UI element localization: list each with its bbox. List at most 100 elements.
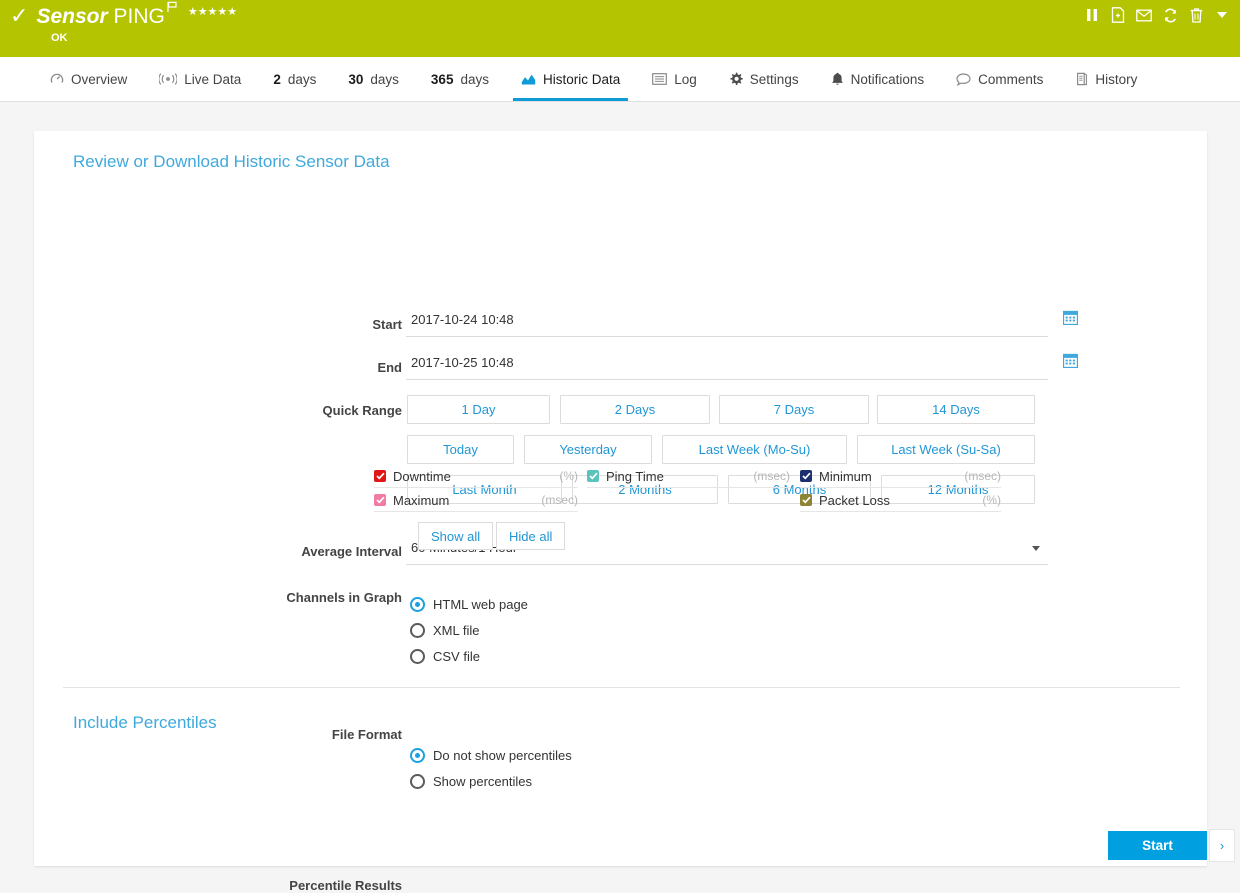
tab-notifications-label: Notifications — [850, 71, 925, 87]
flag-icon[interactable] — [167, 1, 178, 16]
tab-settings[interactable]: Settings — [713, 57, 815, 101]
channel-underline — [587, 487, 790, 488]
section-divider — [63, 687, 1180, 688]
tab-historic-data[interactable]: Historic Data — [505, 57, 636, 101]
file-format-option-radio-xml-file[interactable] — [410, 622, 425, 638]
quick-range-button-14-days[interactable]: 14 Days — [877, 395, 1035, 424]
channel-underline — [374, 487, 578, 488]
channel-unit-ping-time: (msec) — [753, 469, 790, 483]
mail-icon[interactable] — [1136, 6, 1152, 24]
tab-365-days-label: days — [460, 71, 489, 87]
start-calendar-icon[interactable] — [1062, 310, 1207, 328]
section-title-review: Review or Download Historic Sensor Data — [73, 152, 390, 171]
percentile-option-show-percentiles[interactable]: Show percentiles — [410, 771, 532, 791]
gauge-icon — [50, 72, 64, 86]
live-signal-icon — [159, 73, 178, 85]
quick-range-button-today[interactable]: Today — [407, 435, 514, 464]
section-title-percentiles: Include Percentiles — [73, 713, 217, 732]
average-interval-label: Average Interval — [301, 544, 402, 559]
historic-data-card: Review or Download Historic Sensor Data … — [34, 131, 1207, 893]
start-date-input[interactable]: 2017-10-24 10:48 — [406, 309, 1048, 337]
end-calendar-icon[interactable] — [1062, 353, 1207, 371]
history-icon — [1075, 72, 1088, 86]
quick-range-button-7-days[interactable]: 7 Days — [719, 395, 869, 424]
header-actions — [1084, 6, 1230, 24]
tab-settings-label: Settings — [749, 71, 799, 87]
file-format-option-html-web-page[interactable]: HTML web page — [410, 594, 528, 614]
hide-all-button[interactable]: Hide all — [496, 522, 566, 550]
bell-icon — [831, 72, 844, 86]
quick-range-label: Quick Range — [322, 403, 402, 418]
tab-live-data[interactable]: Live Data — [143, 57, 257, 101]
tab-30-days-number: 30 — [348, 71, 364, 87]
file-format-option-radio-csv-file[interactable] — [410, 648, 425, 664]
start-field-label: Start — [372, 317, 402, 332]
channel-underline — [374, 511, 578, 512]
tab-30-days[interactable]: 30 days — [332, 57, 415, 101]
quick-range-button-last-week-mo-su[interactable]: Last Week (Mo-Su) — [662, 435, 847, 464]
file-format-label: File Format — [331, 727, 402, 742]
channel-underline — [800, 511, 1001, 512]
tab-comments-label: Comments — [978, 71, 1044, 87]
quick-range-button-yesterday[interactable]: Yesterday — [524, 435, 652, 464]
percentile-option-radio-show-percentiles[interactable] — [410, 773, 425, 789]
channel-unit-maximum: (msec) — [541, 493, 578, 507]
percentile-results-label: Percentile Results — [289, 878, 402, 893]
sensor-header: ✓ Sensor PING ★★★★★ OK — [0, 0, 1240, 57]
channel-unit-downtime: (%) — [559, 469, 578, 483]
tab-2-days-number: 2 — [273, 71, 281, 87]
channel-underline — [800, 487, 1001, 488]
comment-icon — [956, 72, 971, 86]
refresh-icon[interactable] — [1162, 6, 1178, 24]
tab-2-days[interactable]: 2 days — [257, 57, 332, 101]
tab-overview-label: Overview — [71, 71, 128, 87]
sensor-type-label: Sensor — [36, 5, 108, 28]
tab-history[interactable]: History — [1059, 57, 1153, 101]
quick-range-button-last-week-su-sa[interactable]: Last Week (Su-Sa) — [857, 435, 1035, 464]
tab-log[interactable]: Log — [636, 57, 713, 101]
channels-in-graph-label: Channels in Graph — [286, 590, 402, 605]
quick-range-button-1-day[interactable]: 1 Day — [407, 395, 550, 424]
tab-365-days[interactable]: 365 days — [415, 57, 505, 101]
file-format-option-radio-html-web-page[interactable] — [410, 596, 425, 612]
tab-log-label: Log — [674, 71, 697, 87]
channel-unit-packet-loss: (%) — [982, 493, 1001, 507]
file-format-option-label-html-web-page: HTML web page — [433, 596, 528, 612]
sensor-tabbar: Overview Live Data 2 days 30 days 365 da… — [0, 57, 1240, 102]
tab-comments[interactable]: Comments — [940, 57, 1059, 101]
sensor-name-label: PING — [113, 5, 165, 28]
percentile-option-radio-do-not-show-percentiles[interactable] — [410, 747, 425, 763]
file-format-option-xml-file[interactable]: XML file — [410, 620, 479, 640]
sensor-identity: ✓ Sensor PING ★★★★★ — [10, 1, 237, 30]
tab-notifications[interactable]: Notifications — [815, 57, 941, 101]
chevron-down-icon[interactable] — [1214, 6, 1230, 24]
file-format-option-label-xml-file: XML file — [433, 622, 480, 638]
file-format-option-csv-file[interactable]: CSV file — [410, 646, 480, 666]
start-button[interactable]: Start — [1108, 831, 1207, 860]
end-date-input[interactable]: 2017-10-25 10:48 — [406, 352, 1048, 380]
percentile-option-do-not-show-percentiles[interactable]: Do not show percentiles — [410, 745, 572, 765]
percentile-option-label-show-percentiles: Show percentiles — [433, 773, 532, 789]
report-document-icon[interactable] — [1110, 6, 1126, 24]
tab-history-label: History — [1095, 71, 1138, 87]
pause-icon[interactable] — [1084, 6, 1100, 24]
show-all-button[interactable]: Show all — [418, 522, 494, 550]
tab-historic-data-label: Historic Data — [542, 71, 621, 87]
tab-live-data-label: Live Data — [184, 71, 242, 87]
next-page-button[interactable]: › — [1209, 829, 1235, 862]
file-format-option-label-csv-file: CSV file — [433, 648, 480, 664]
channel-unit-minimum: (msec) — [964, 469, 1001, 483]
log-icon — [652, 73, 668, 85]
tab-2-days-label: days — [287, 71, 317, 87]
end-field-label: End — [377, 360, 402, 375]
status-badge: OK — [51, 32, 68, 44]
priority-stars[interactable]: ★★★★★ — [188, 5, 237, 18]
quick-range-button-2-days[interactable]: 2 Days — [560, 395, 710, 424]
delete-icon[interactable] — [1188, 6, 1204, 24]
tab-365-days-number: 365 — [430, 71, 454, 87]
tab-30-days-label: days — [370, 71, 399, 87]
tab-overview[interactable]: Overview — [34, 57, 143, 101]
end-date-value: 2017-10-25 10:48 — [411, 355, 514, 370]
chart-icon — [521, 73, 536, 86]
percentile-option-label-do-not-show-percentiles: Do not show percentiles — [433, 747, 572, 763]
